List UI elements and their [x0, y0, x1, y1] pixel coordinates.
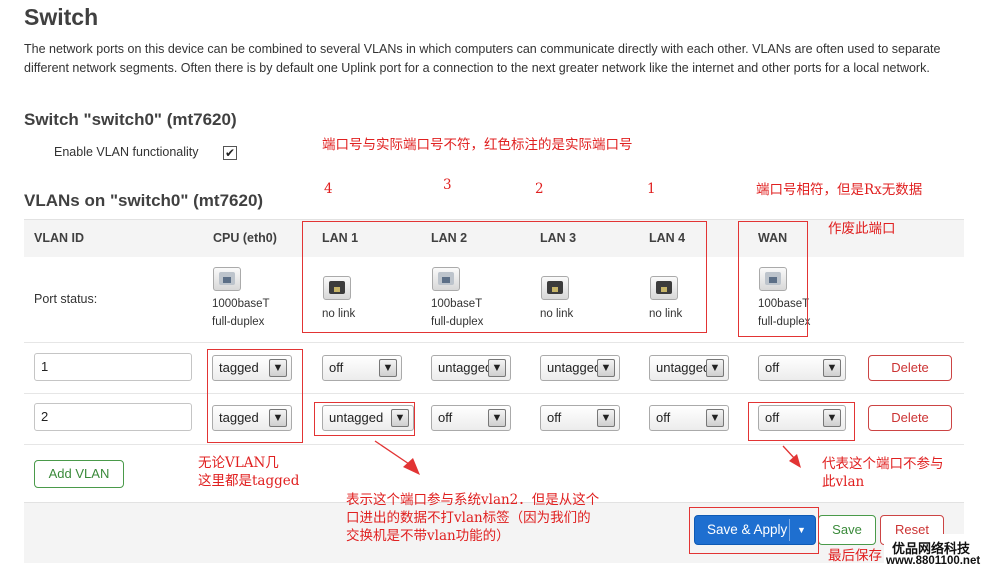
annotation-arrows [374, 440, 801, 475]
annotation-arrowhead [403, 458, 420, 475]
annotation-arrowhead [789, 454, 801, 468]
annotation-arrow-line [374, 440, 413, 467]
watermark-url: www.8801100.net [886, 555, 981, 567]
annotation-arrow-line [782, 445, 796, 460]
